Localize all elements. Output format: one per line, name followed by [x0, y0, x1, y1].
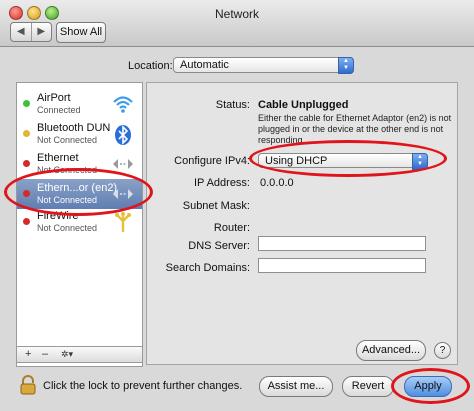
- advanced-button[interactable]: Advanced...: [356, 340, 426, 361]
- dns-server-input[interactable]: [258, 236, 426, 251]
- status-dot: [23, 160, 30, 167]
- subnet-mask-label: Subnet Mask:: [182, 200, 250, 212]
- status-label: Status:: [215, 99, 250, 111]
- configure-ipv4-label: Configure IPv4:: [174, 155, 250, 167]
- assist-me-button[interactable]: Assist me...: [259, 376, 333, 397]
- service-name: AirPort: [37, 92, 71, 104]
- service-name: Ethernet: [37, 152, 79, 164]
- service-action-menu-button[interactable]: ✲▾: [61, 349, 73, 360]
- service-status: Not Connected: [37, 135, 98, 145]
- configure-ipv4-select[interactable]: Using DHCP ▲ ▼: [258, 153, 428, 170]
- configure-ipv4-value: Using DHCP: [265, 155, 328, 167]
- window-title: Network: [214, 7, 259, 21]
- service-item-firewire[interactable]: FireWire Not Connected: [17, 207, 142, 237]
- ip-address-label: IP Address:: [193, 177, 250, 189]
- service-status: Not Connected: [37, 195, 98, 205]
- status-dot: [23, 218, 30, 225]
- remove-service-button[interactable]: –: [42, 348, 48, 360]
- service-name: Ethern...or (en2): [37, 182, 118, 194]
- apply-button[interactable]: Apply: [404, 376, 452, 397]
- service-name: FireWire: [37, 210, 79, 222]
- bluetooth-icon: [112, 124, 134, 145]
- service-item-ethernet[interactable]: Ethernet Not Connected: [17, 149, 142, 179]
- service-list-controls: + – ✲▾: [16, 346, 143, 363]
- revert-button[interactable]: Revert: [342, 376, 394, 397]
- service-item-bluetooth-dun[interactable]: Bluetooth DUN Not Connected: [17, 119, 142, 149]
- service-status: Not Connected: [37, 165, 98, 175]
- service-item-ethernet-en2[interactable]: Ethern...or (en2) Not Connected: [17, 179, 142, 209]
- add-service-button[interactable]: +: [25, 348, 31, 360]
- search-domains-input[interactable]: [258, 258, 426, 273]
- dns-server-label: DNS Server:: [188, 240, 250, 252]
- select-stepper-icon: ▲ ▼: [412, 153, 428, 170]
- help-button[interactable]: ?: [434, 342, 451, 359]
- status-description: Either the cable for Ethernet Adaptor (e…: [258, 113, 452, 145]
- back-arrow-icon[interactable]: ◀: [11, 23, 32, 41]
- service-status: Connected: [37, 105, 81, 115]
- show-all-button[interactable]: Show All: [56, 22, 106, 43]
- status-value: Cable Unplugged: [258, 99, 349, 111]
- service-list: AirPort Connected Bluetooth DUN Not Conn…: [16, 82, 143, 367]
- select-stepper-icon: ▲ ▼: [338, 57, 354, 74]
- location-select[interactable]: Automatic ▲ ▼: [173, 57, 354, 74]
- service-name: Bluetooth DUN: [37, 122, 111, 134]
- service-status: Not Connected: [37, 223, 98, 233]
- location-value: Automatic: [180, 59, 229, 71]
- router-label: Router:: [213, 222, 250, 234]
- location-label: Location:: [128, 60, 173, 72]
- lock-icon[interactable]: [19, 375, 37, 395]
- forward-arrow-icon[interactable]: ▶: [32, 23, 52, 41]
- title-bar: Network ◀ ▶ Show All: [0, 0, 474, 47]
- back-forward-buttons: ◀ ▶: [10, 22, 52, 42]
- service-item-airport[interactable]: AirPort Connected: [17, 89, 142, 119]
- ip-address-value: 0.0.0.0: [260, 177, 294, 189]
- status-dot: [23, 130, 30, 137]
- status-dot: [23, 190, 30, 197]
- status-dot: [23, 100, 30, 107]
- lock-message: Click the lock to prevent further change…: [43, 380, 243, 392]
- search-domains-label: Search Domains:: [165, 262, 250, 274]
